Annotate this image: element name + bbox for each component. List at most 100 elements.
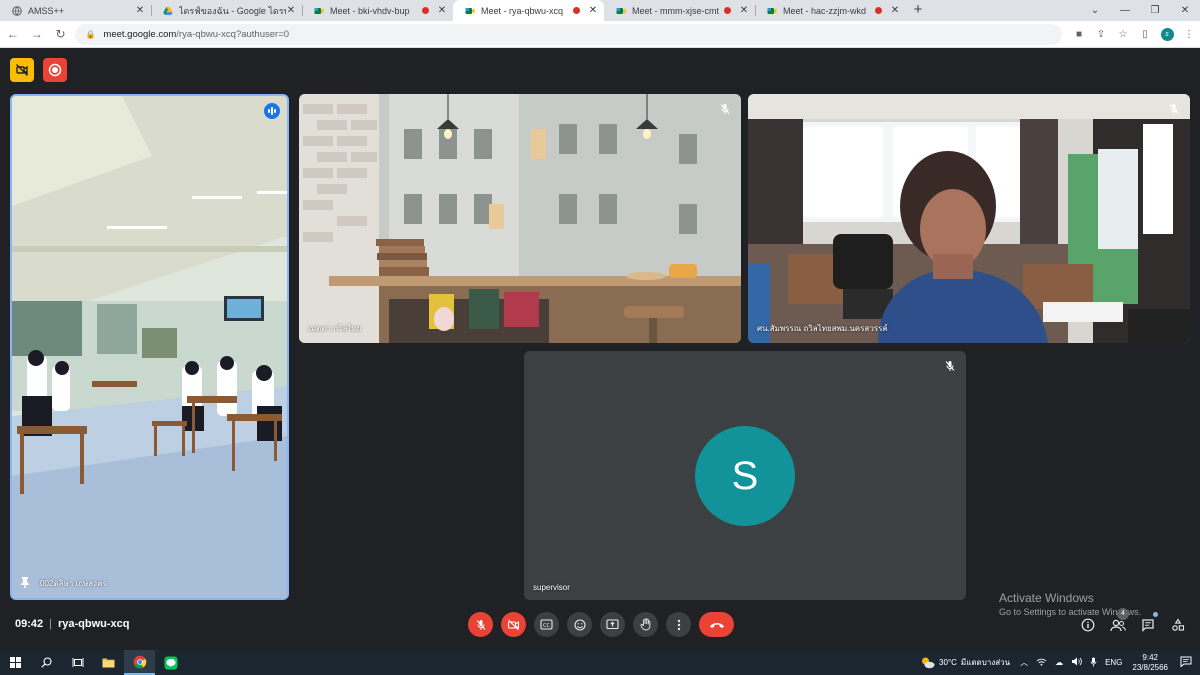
tab-search-icon[interactable]: ⌄ [1080, 0, 1110, 21]
address-bar[interactable]: 🔒 meet.google.com/rya-qbwu-xcq?authuser=… [75, 23, 1062, 45]
mic-off-icon [476, 619, 485, 630]
cafe-virtual-background [299, 94, 741, 343]
recording-dot-icon [875, 7, 882, 14]
speaker-icon[interactable] [1071, 657, 1082, 668]
tab-title: Meet - rya-qbwu-xcq [481, 5, 564, 16]
activities-icon [1172, 618, 1185, 631]
leave-call-button[interactable] [699, 612, 734, 637]
line-app-button[interactable] [155, 650, 186, 675]
tab-meet-hac-zzjm-wkd[interactable]: Meet - hac-zzjm-wkd ✕ [755, 0, 906, 21]
new-tab-button[interactable]: + [906, 0, 930, 21]
clock-date: 23/8/2566 [1132, 662, 1168, 672]
participant-tile-supervisor[interactable]: S supervisor [524, 351, 966, 600]
windows-logo-icon [10, 657, 21, 668]
reactions-button[interactable] [567, 612, 592, 637]
raise-hand-button[interactable] [633, 612, 658, 637]
search-icon [41, 657, 52, 668]
tab-amss[interactable]: AMSS++ ✕ [0, 0, 151, 21]
participant-tile-office[interactable]: ศน.สัมพรรณ ถวิลไทยสพม.นครสวรรค์ [748, 94, 1190, 343]
pin-icon[interactable] [20, 576, 30, 590]
toggle-camera-button[interactable] [501, 612, 526, 637]
hang-up-icon [709, 622, 724, 628]
mic-off-icon [944, 359, 956, 371]
meet-icon [314, 6, 324, 16]
onedrive-icon[interactable]: ☁ [1055, 658, 1063, 667]
meeting-details-button[interactable] [1077, 614, 1099, 636]
url-path: /rya-qbwu-xcq?authuser=0 [176, 28, 290, 40]
mic-off-icon [719, 102, 731, 114]
tab-meet-bki-vhdv-bup[interactable]: Meet - bki-vhdv-bup ✕ [302, 0, 453, 21]
search-button[interactable] [31, 650, 62, 675]
notifications-icon[interactable] [1180, 656, 1192, 669]
people-button[interactable]: 4 [1107, 608, 1129, 636]
participant-tile-cafe[interactable]: เมตตา ถวิลไทย [299, 94, 741, 343]
task-view-button[interactable] [62, 650, 93, 675]
emoji-icon [573, 618, 586, 631]
kebab-menu-icon[interactable]: ⋮ [1178, 29, 1200, 40]
tab-title: Meet - hac-zzjm-wkd [783, 5, 867, 16]
line-app-icon [164, 656, 177, 669]
hand-icon [640, 618, 650, 631]
self-view-off-button[interactable] [10, 58, 34, 82]
window-close-icon[interactable]: ✕ [1170, 0, 1200, 21]
captions-button[interactable]: CC [534, 612, 559, 637]
office-video-feed [748, 94, 1190, 343]
toggle-mic-button[interactable] [468, 612, 493, 637]
folder-icon [102, 658, 115, 668]
restore-icon[interactable]: ❐ [1140, 0, 1170, 21]
camera-icon[interactable]: ■ [1068, 29, 1090, 40]
close-tab-icon[interactable]: ✕ [135, 5, 145, 16]
side-panel-icon[interactable]: ▯ [1134, 29, 1156, 40]
input-language[interactable]: ENG [1105, 658, 1122, 667]
more-options-button[interactable] [666, 612, 691, 637]
recording-dot-icon [573, 7, 580, 14]
info-icon [1081, 618, 1095, 632]
record-icon [48, 63, 62, 77]
bookmark-star-icon[interactable]: ☆ [1112, 29, 1134, 40]
close-tab-icon[interactable]: ✕ [286, 5, 296, 16]
weather-description: มีแดดบางส่วน [960, 658, 1011, 667]
people-icon [1110, 619, 1126, 631]
start-button[interactable] [0, 650, 31, 675]
share-icon[interactable]: ⇪ [1090, 29, 1112, 40]
close-tab-icon[interactable]: ✕ [739, 5, 749, 16]
reload-icon[interactable]: ↻ [50, 27, 72, 41]
window-controls: ⌄ — ❐ ✕ [1080, 0, 1200, 21]
chevron-up-icon[interactable]: ︿ [1020, 657, 1028, 668]
closed-captions-icon: CC [540, 619, 553, 630]
tab-meet-mmm-xjse-cmt[interactable]: Meet - mmm-xjse-cmt ✕ [604, 0, 755, 21]
profile-avatar[interactable]: s [1156, 27, 1178, 41]
back-arrow-icon[interactable]: ← [2, 27, 24, 41]
recording-indicator-button[interactable] [43, 58, 67, 82]
microphone-icon[interactable] [1090, 657, 1097, 669]
avatar: S [695, 426, 795, 526]
chrome-icon [133, 655, 146, 668]
forward-arrow-icon[interactable]: → [26, 27, 48, 41]
divider: | [49, 618, 52, 630]
close-tab-icon[interactable]: ✕ [588, 5, 598, 16]
minimize-icon[interactable]: — [1110, 0, 1140, 21]
side-controls: 4 [1077, 608, 1189, 636]
meet-stage: 002ดลิษา เกษสงคร เมตตา ถวิลไทย ศน.สัมพรร… [0, 49, 1200, 650]
camera-off-icon [507, 619, 520, 630]
chat-button[interactable] [1137, 612, 1159, 636]
taskbar-clock[interactable]: 9:42 23/8/2566 [1132, 653, 1168, 673]
classroom-video-feed [12, 96, 287, 598]
weather-widget[interactable]: 30°C มีแดดบางส่วน [920, 656, 1010, 669]
weather-temp: 30°C [939, 658, 957, 667]
close-tab-icon[interactable]: ✕ [437, 5, 447, 16]
close-tab-icon[interactable]: ✕ [890, 5, 900, 16]
chrome-taskbar-button[interactable] [124, 650, 155, 675]
tab-google-drive[interactable]: ไดรฟ์ของฉัน - Google ไดรฟ์ ✕ [151, 0, 302, 21]
activities-button[interactable] [1167, 614, 1189, 636]
participant-name: 002ดลิษา เกษสงคร [40, 579, 107, 588]
lock-icon[interactable]: 🔒 [85, 30, 95, 39]
participant-tile-classroom[interactable]: 002ดลิษา เกษสงคร [10, 94, 289, 600]
file-explorer-button[interactable] [93, 650, 124, 675]
tab-title: Meet - mmm-xjse-cmt [632, 5, 719, 16]
recording-dot-icon [422, 7, 429, 14]
present-screen-button[interactable] [600, 612, 625, 637]
network-icon[interactable] [1036, 657, 1047, 668]
tab-meet-rya-qbwu-xcq[interactable]: Meet - rya-qbwu-xcq ✕ [453, 0, 604, 21]
tab-title: ไดรฟ์ของฉัน - Google ไดรฟ์ [179, 5, 286, 16]
